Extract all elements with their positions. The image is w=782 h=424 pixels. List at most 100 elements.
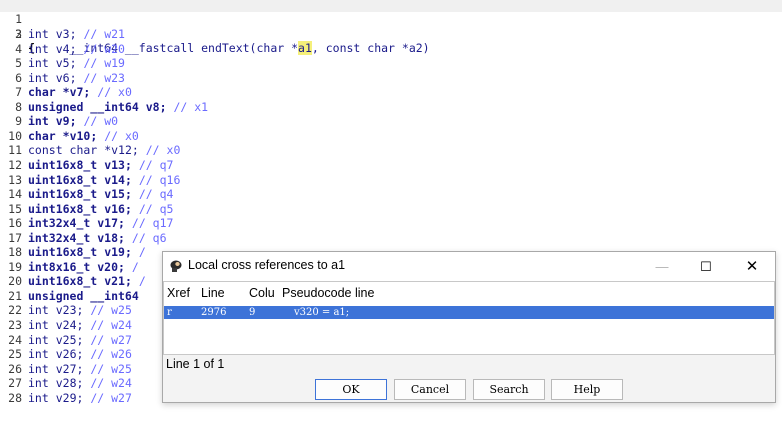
declaration-type: uint16x8_t: [28, 245, 98, 260]
search-button[interactable]: Search: [473, 379, 545, 400]
line-number: 22: [8, 303, 22, 318]
register-comment: // q17: [131, 216, 174, 231]
variable-name[interactable]: v16;: [104, 202, 132, 216]
column-header-line[interactable]: Line: [201, 286, 225, 300]
ok-button[interactable]: OK: [315, 379, 387, 400]
line-number: 27: [8, 376, 22, 391]
line-number: 15: [8, 201, 22, 216]
maximize-button[interactable]: ☐: [683, 252, 729, 281]
variable-name[interactable]: v29;: [56, 391, 84, 405]
register-comment: /: [138, 274, 146, 289]
xref-pseudocode: v320 = a1;: [294, 307, 350, 318]
line-number: 5: [15, 56, 22, 71]
register-comment: // w26: [90, 347, 132, 362]
code-line[interactable]: 2 {: [0, 12, 35, 56]
register-comment: /: [131, 259, 139, 274]
variable-name[interactable]: v15;: [104, 187, 132, 201]
variable-name[interactable]: v21;: [104, 274, 132, 288]
variable-name[interactable]: v19;: [104, 245, 132, 259]
variable-name[interactable]: v24;: [56, 318, 84, 332]
line-number: 26: [8, 361, 22, 376]
line-number: 25: [8, 347, 22, 362]
xref-line: 2976: [201, 307, 227, 318]
line-number: 6: [15, 70, 22, 85]
variable-name[interactable]: v9;: [56, 114, 77, 128]
xref-list[interactable]: Xref Line Colu Pseudocode line r 2976 9 …: [163, 281, 775, 355]
line-number: 4: [15, 41, 22, 56]
column-header-xref[interactable]: Xref: [167, 286, 190, 300]
variable-name[interactable]: v25;: [56, 333, 84, 347]
minimize-button[interactable]: —: [639, 252, 685, 281]
line-number: 14: [8, 187, 22, 202]
register-comment: // q7: [138, 157, 174, 172]
variable-name[interactable]: *v10;: [63, 129, 98, 143]
variable-name[interactable]: v20;: [97, 260, 125, 274]
line-number: 19: [8, 259, 22, 274]
declaration-type: int: [28, 318, 49, 332]
code-line[interactable]: 1 __int64 __fastcall endText(char *a1, c…: [0, 0, 782, 55]
cancel-button[interactable]: Cancel: [394, 379, 466, 400]
register-comment: /: [138, 245, 146, 260]
variable-name[interactable]: *v12;: [104, 143, 139, 157]
variable-name[interactable]: v18;: [97, 231, 125, 245]
register-comment: // w24: [90, 318, 132, 332]
declaration-type: int32x4_t: [28, 230, 91, 245]
register-comment: // q4: [138, 187, 174, 202]
xref-type: r: [167, 307, 172, 318]
declaration-type: unsigned __int64: [28, 99, 139, 114]
register-comment: // w24: [90, 376, 132, 391]
line-number: 13: [8, 172, 22, 187]
variable-name[interactable]: v13;: [104, 158, 132, 172]
register-comment: // w0: [83, 114, 119, 129]
line-number: 18: [8, 245, 22, 260]
declaration-type: unsigned __int64: [28, 288, 139, 303]
variable-name[interactable]: v26;: [56, 347, 84, 361]
help-button[interactable]: Help: [551, 379, 623, 400]
variable-name[interactable]: v6;: [56, 71, 77, 85]
variable-name[interactable]: v4;: [56, 42, 77, 56]
register-comment: // w27: [90, 332, 132, 347]
register-comment: // w21: [83, 27, 125, 41]
variable-name[interactable]: v27;: [56, 362, 84, 376]
variable-name[interactable]: v17;: [97, 216, 125, 230]
line-number: 24: [8, 332, 22, 347]
register-comment: // q6: [131, 230, 167, 245]
declaration-type: const char: [28, 143, 98, 158]
column-header-column[interactable]: Colu: [249, 286, 275, 300]
declaration-type: int: [28, 56, 49, 71]
declaration-type: uint16x8_t: [28, 187, 98, 202]
line-number: 20: [8, 274, 22, 289]
table-row[interactable]: r 2976 9 v320 = a1;: [164, 306, 774, 319]
line-number: 11: [8, 143, 22, 158]
declaration-type: int: [28, 41, 49, 56]
variable-name[interactable]: v14;: [104, 173, 132, 187]
line-number: 8: [15, 99, 22, 114]
variable-name[interactable]: *v7;: [63, 85, 91, 99]
declaration-type: int: [28, 390, 49, 405]
register-comment: // w25: [90, 303, 132, 318]
column-header-pseudocode[interactable]: Pseudocode line: [282, 286, 374, 300]
declaration-type: int: [28, 361, 49, 376]
register-comment: // x0: [97, 85, 132, 100]
highlighted-identifier[interactable]: a1: [298, 40, 312, 55]
declaration-type: int: [28, 303, 49, 318]
dialog-titlebar[interactable]: Local cross references to a1 — ☐ ✕: [163, 252, 775, 281]
declaration-type: int: [28, 114, 49, 129]
line-number: 28: [8, 390, 22, 405]
variable-name[interactable]: v23;: [56, 303, 84, 317]
variable-name[interactable]: v3;: [56, 27, 77, 41]
register-comment: // q16: [138, 172, 181, 187]
declaration-type: char: [28, 85, 56, 100]
line-number: 17: [8, 230, 22, 245]
dialog-title: Local cross references to a1: [188, 258, 346, 272]
register-comment: // w19: [83, 56, 125, 71]
register-comment: // x0: [145, 143, 181, 158]
variable-name[interactable]: v5;: [56, 56, 77, 70]
line-number: 23: [8, 318, 22, 332]
line-number: 21: [8, 288, 22, 303]
variable-name[interactable]: v8;: [146, 100, 167, 114]
declaration-type: int: [28, 332, 49, 347]
declaration-type: int: [28, 376, 49, 391]
variable-name[interactable]: v28;: [56, 376, 84, 390]
close-button[interactable]: ✕: [729, 252, 775, 281]
